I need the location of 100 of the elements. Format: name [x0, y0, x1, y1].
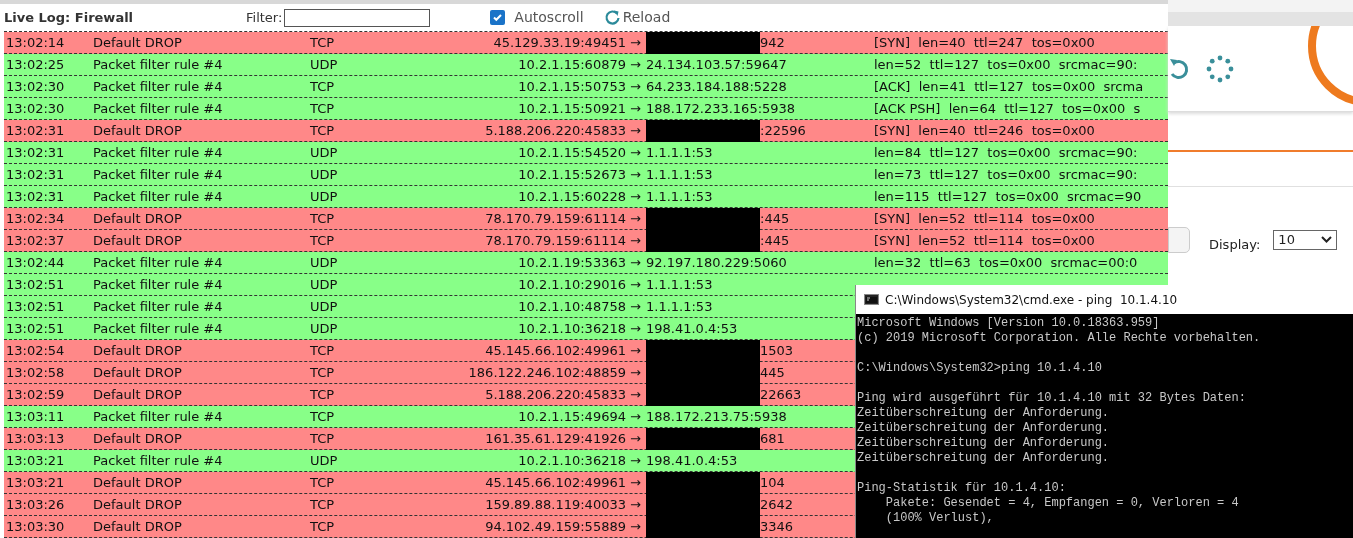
destination-cell-text: 1.1.1.1:53 [646, 165, 713, 184]
rule-cell-text: Default DROP [93, 209, 183, 228]
protocol-cell-text: TCP [310, 495, 336, 514]
time-cell-text: 13:02:30 [5, 77, 66, 96]
destination-cell-text: 3346 [760, 517, 794, 536]
rule-cell-text: Packet filter rule #4 [93, 187, 224, 206]
protocol-cell-text: UDP [310, 55, 339, 74]
protocol-cell-text: UDP [310, 451, 339, 470]
time-cell-text: 13:02:59 [5, 385, 66, 404]
autoscroll-checkbox[interactable] [490, 10, 506, 25]
rule-cell-text: Packet filter rule #4 [93, 451, 224, 470]
time-cell-text: 13:02:25 [5, 55, 66, 74]
time-cell-text: 13:03:21 [5, 473, 66, 492]
protocol-cell-text: TCP [310, 385, 336, 404]
destination-cell-text: 445 [760, 363, 785, 382]
rule-cell-text: Default DROP [93, 121, 183, 140]
protocol-cell-text: TCP [310, 209, 336, 228]
info-cell-text: [ACK PSH] len=64 ttl=127 tos=0x00 s [874, 99, 1141, 118]
time-cell-text: 13:02:51 [5, 319, 66, 338]
info-cell-text: [SYN] len=40 ttl=246 tos=0x00 [874, 121, 1095, 140]
protocol-cell-text: UDP [310, 187, 339, 206]
protocol-cell-text: TCP [310, 231, 336, 250]
destination-cell-text: 1.1.1.1:53 [646, 143, 713, 162]
rule-cell-text: Default DROP [93, 495, 183, 514]
console-line: Zeitüberschreitung der Anforderung. [857, 406, 1111, 421]
source-cell-text: 10.2.1.15:50921 → [518, 99, 641, 118]
search-field[interactable] [1168, 226, 1190, 253]
rule-cell-text: Packet filter rule #4 [93, 55, 224, 74]
console-line: C:\Windows\System32>ping 10.1.4.10 [857, 361, 1103, 376]
display-select[interactable]: 10 [1273, 229, 1338, 250]
rule-cell-text: Default DROP [93, 429, 183, 448]
source-cell-text: 10.2.1.10:48758 → [518, 297, 641, 316]
rule-cell-text: Default DROP [93, 341, 183, 360]
time-cell-text: 13:02:31 [5, 187, 66, 206]
destination-cell-text: :22596 [760, 121, 806, 140]
check-icon [492, 12, 504, 23]
time-cell-text: 13:03:26 [5, 495, 66, 514]
filter-field[interactable] [284, 8, 431, 27]
source-cell-text: 45.129.33.19:49451 → [493, 33, 641, 52]
source-cell-text: 5.188.206.220:45833 → [485, 385, 641, 404]
info-cell-text: len=73 ttl=127 tos=0x00 srcmac=90: [874, 165, 1138, 184]
time-cell-text: 13:02:14 [5, 33, 66, 52]
rule-cell-text: Default DROP [93, 33, 183, 52]
time-cell-text: 13:02:31 [5, 143, 66, 162]
time-cell-text: 13:03:11 [5, 407, 66, 426]
display-label: Display: [1209, 236, 1261, 254]
source-cell-text: 45.145.66.102:49961 → [485, 341, 641, 360]
source-cell-text: 10.2.1.15:52673 → [518, 165, 641, 184]
protocol-cell-text: TCP [310, 407, 336, 426]
protocol-cell-text: TCP [310, 77, 336, 96]
info-cell-text: [SYN] len=40 ttl=247 tos=0x00 [874, 33, 1095, 52]
rule-cell-text: Default DROP [93, 517, 183, 536]
rule-cell-text: Default DROP [93, 231, 183, 250]
destination-cell-text: 1503 [760, 341, 794, 360]
source-cell-text: 10.2.1.10:36218 → [518, 319, 641, 338]
info-cell-text: len=32 ttl=63 tos=0x00 srcmac=00:0 [874, 253, 1138, 272]
info-cell-text: [ACK] len=41 ttl=127 tos=0x00 srcma [874, 77, 1144, 96]
source-cell-text: 10.2.1.15:60879 → [518, 55, 641, 74]
destination-cell-text: 188.172.233.165:5938 [646, 99, 796, 118]
time-cell-text: 13:02:30 [5, 99, 66, 118]
rule-cell-text: Packet filter rule #4 [93, 407, 224, 426]
console-line: Zeitüberschreitung der Anforderung. [857, 451, 1111, 466]
time-cell-text: 13:02:58 [5, 363, 66, 382]
source-cell-text: 10.2.1.10:36218 → [518, 451, 641, 470]
reload-button[interactable]: Reload [603, 7, 671, 28]
destination-cell-text: 198.41.0.4:53 [646, 319, 738, 338]
destination-cell-text: 22663 [760, 385, 802, 404]
destination-cell-text: 2642 [760, 495, 794, 514]
chevron-icon [1321, 236, 1333, 244]
info-cell-text: [SYN] len=52 ttl=114 tos=0x00 [874, 231, 1095, 250]
source-cell-text: 10.2.1.15:50753 → [518, 77, 641, 96]
rule-cell-text: Packet filter rule #4 [93, 319, 224, 338]
destination-cell-text: 188.172.213.75:5938 [646, 407, 787, 426]
protocol-cell-text: UDP [310, 165, 339, 184]
source-cell-text: 186.122.246.102:48859 → [468, 363, 641, 382]
time-cell-text: 13:02:51 [5, 275, 66, 294]
time-cell-text: 13:02:37 [5, 231, 66, 250]
protocol-cell-text: UDP [310, 253, 339, 272]
console-line: (100% Verlust), [884, 511, 995, 526]
protocol-cell-text: TCP [310, 33, 336, 52]
destination-cell-text: 1.1.1.1:53 [646, 297, 713, 316]
source-cell-text: 10.2.1.10:29016 → [518, 275, 641, 294]
rule-cell-text: Packet filter rule #4 [93, 297, 224, 316]
console-line: Zeitüberschreitung der Anforderung. [857, 421, 1111, 436]
time-cell-text: 13:02:34 [5, 209, 66, 228]
spinner-icon [1206, 54, 1234, 83]
destination-cell-text: 24.134.103.57:59647 [646, 55, 787, 74]
protocol-cell-text: UDP [310, 143, 339, 162]
destination-cell-text: 104 [760, 473, 785, 492]
time-cell-text: 13:02:31 [5, 165, 66, 184]
console-line: Microsoft Windows [Version 10.0.18363.959] [857, 316, 1161, 331]
time-cell-text: 13:02:54 [5, 341, 66, 360]
source-cell-text: 78.170.79.159:61114 → [485, 231, 641, 250]
info-cell-text: len=115 ttl=127 tos=0x00 srcmac=90 [874, 187, 1142, 206]
protocol-cell-text: TCP [310, 121, 336, 140]
info-cell-text: len=52 ttl=127 tos=0x00 srcmac=90: [874, 55, 1138, 74]
console-line: (c) 2019 Microsoft Corporation. Alle Rechte vorbehalten. [857, 331, 1262, 346]
time-cell-text: 13:02:31 [5, 121, 66, 140]
rule-cell-text: Default DROP [93, 363, 183, 382]
filter-label: Filter: [246, 8, 283, 27]
